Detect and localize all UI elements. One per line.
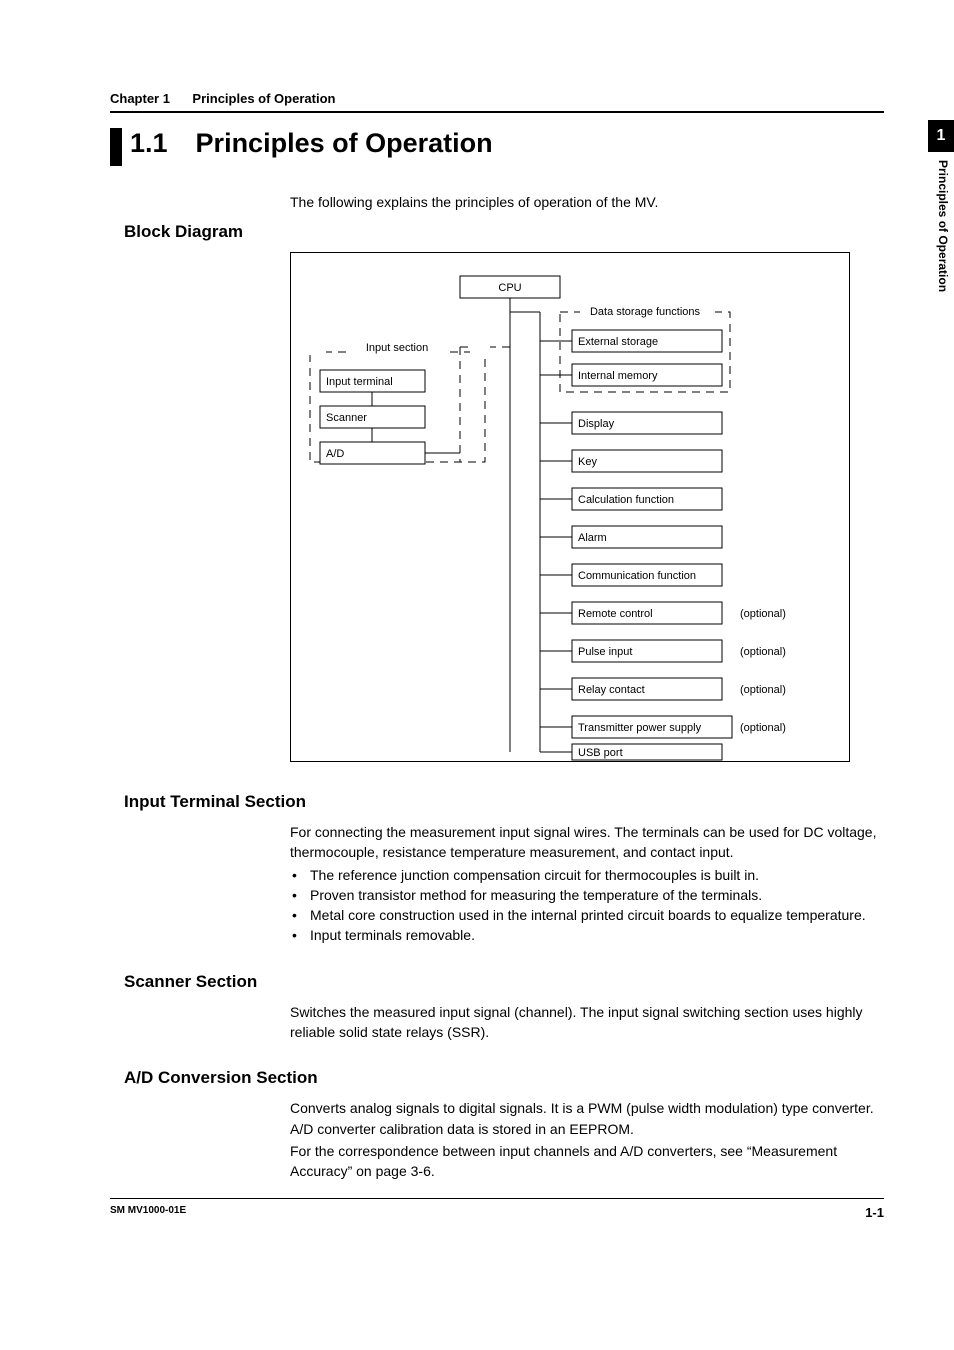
footer-left: SM MV1000-01E [110,1205,186,1220]
diagram-internal-memory: Internal memory [578,370,658,382]
input-terminal-heading: Input Terminal Section [124,792,884,812]
scanner-p1: Switches the measured input signal (chan… [290,1002,884,1043]
section-bar [110,128,122,166]
input-terminal-b3: Metal core construction used in the inte… [290,905,884,925]
diagram-optional-1: (optional) [740,608,786,620]
diagram-key: Key [578,456,597,468]
section-number: 1.1 [130,128,168,159]
footer: SM MV1000-01E 1-1 [110,1198,884,1220]
diagram-relay-contact: Relay contact [578,684,645,696]
diagram-pulse-input: Pulse input [578,646,632,658]
diagram-data-storage-label: Data storage functions [590,306,701,318]
diagram-svg: CPU Input section Input section Input te… [290,252,850,762]
chapter-title: Principles of Operation [192,91,335,106]
side-tab-number: 1 [937,127,946,145]
side-tab: 1 [928,120,954,152]
diagram-communication: Communication function [578,570,696,582]
diagram-alarm: Alarm [578,532,607,544]
diagram-optional-4: (optional) [740,722,786,734]
input-terminal-bullets: The reference junction compensation circ… [290,865,884,946]
diagram-calculation: Calculation function [578,494,674,506]
ad-p1: Converts analog signals to digital signa… [290,1098,884,1139]
section-title: Principles of Operation [196,128,493,159]
ad-p2: For the correspondence between input cha… [290,1141,884,1182]
diagram-transmitter: Transmitter power supply [578,722,702,734]
footer-right: 1-1 [865,1205,884,1220]
diagram-scanner: Scanner [326,412,367,424]
diagram-optional-2: (optional) [740,646,786,658]
input-terminal-b4: Input terminals removable. [290,925,884,945]
diagram-external-storage: External storage [578,336,658,348]
diagram-usb: USB port [578,747,623,759]
chapter-header: Chapter 1 Principles of Operation [110,90,884,113]
diagram-optional-3: (optional) [740,684,786,696]
block-diagram: CPU Input section Input section Input te… [290,252,884,762]
input-terminal-b2: Proven transistor method for measuring t… [290,885,884,905]
diagram-display: Display [578,418,615,430]
chapter-label: Chapter 1 [110,91,170,106]
diagram-ad: A/D [326,448,344,460]
scanner-heading: Scanner Section [124,972,884,992]
diagram-input-terminal: Input terminal [326,376,393,388]
svg-text:Input section: Input section [366,342,428,354]
input-terminal-b1: The reference junction compensation circ… [290,865,884,885]
block-diagram-heading: Block Diagram [124,222,884,242]
input-terminal-p1: For connecting the measurement input sig… [290,822,884,863]
side-tab-text: Principles of Operation [936,160,950,292]
ad-heading: A/D Conversion Section [124,1068,884,1088]
diagram-remote-control: Remote control [578,608,653,620]
intro-text: The following explains the principles of… [290,194,884,210]
diagram-cpu: CPU [498,282,521,294]
section-header: 1.1 Principles of Operation [110,128,884,166]
